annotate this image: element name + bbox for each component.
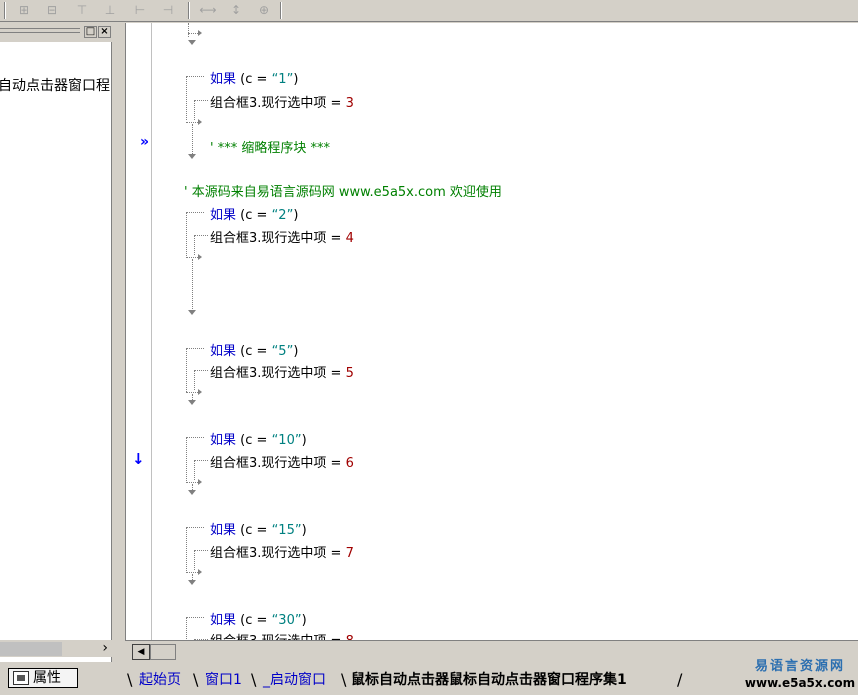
properties-tab-label: 属性 [33, 670, 61, 686]
collapsed-block[interactable]: ' *** 缩略程序块 *** [210, 137, 330, 156]
same-height-icon[interactable]: ↕ [226, 1, 246, 20]
comment-line[interactable]: ' 本源码来自易语言源码网 www.e5a5x.com 欢迎使用 [184, 181, 502, 200]
tab-start-page[interactable]: 起始页 [139, 669, 181, 691]
assign-statement[interactable]: 组合框3.现行选中项 = 5 [210, 362, 354, 381]
assign-statement[interactable]: 组合框3.现行选中项 = 7 [210, 542, 354, 561]
if-statement[interactable]: 如果 (c = “10”) [210, 429, 307, 448]
left-panel: □ × 自动点击器窗口程 › 属性 [0, 23, 118, 695]
code-editor[interactable]: 如果 (c = “1”) 组合框3.现行选中项 = 3 ' *** 缩略程序块 … [152, 23, 858, 640]
close-icon[interactable]: × [98, 26, 111, 38]
toolbar: ⊞ ⊟ ⊤ ⊥ ⊢ ⊣ ⟷ ↕ ⊕ [0, 0, 858, 22]
if-statement[interactable]: 如果 (c = “15”) [210, 519, 307, 538]
scroll-track[interactable] [0, 642, 62, 656]
collapsed-block-icon[interactable]: » [140, 134, 149, 150]
watermark-url: www.e5a5x.com [744, 676, 856, 690]
align-left-icon[interactable]: ⊞ [14, 1, 34, 20]
scroll-thumb[interactable] [150, 644, 176, 660]
tab-program-set[interactable]: 鼠标自动点击器鼠标自动点击器窗口程序集1 [351, 669, 627, 691]
toolbar-separator [188, 2, 190, 19]
assign-statement[interactable]: 组合框3.现行选中项 = 3 [210, 92, 354, 111]
watermark-logo: 易语言资源网 www.e5a5x.com [742, 658, 858, 695]
if-statement[interactable]: 如果 (c = “30”) [210, 609, 307, 628]
watermark-title: 易语言资源网 [754, 659, 845, 674]
same-width-icon[interactable]: ⟷ [198, 1, 218, 20]
toolbar-separator [280, 2, 282, 19]
assign-statement[interactable]: 组合框3.现行选中项 = 4 [210, 227, 354, 246]
tab-window1[interactable]: 窗口1 [205, 669, 242, 691]
assign-statement[interactable]: 组合框3.现行选中项 = 8 [210, 630, 354, 640]
cursor-line-arrow-icon: ↓ [132, 450, 145, 468]
editor-gutter[interactable]: » ↓ + [125, 23, 166, 640]
same-size-icon[interactable]: ⊕ [254, 1, 274, 20]
toolbar-separator [4, 2, 6, 19]
distribute-v-icon[interactable]: ⊣ [158, 1, 178, 20]
align-top-icon[interactable]: ⊤ [72, 1, 92, 20]
panel-grip[interactable] [0, 28, 80, 33]
editor-horizontal-scrollbar[interactable]: ◀ [125, 640, 858, 660]
tab-startup-window[interactable]: _启动窗口 [263, 669, 326, 691]
program-tree[interactable]: 自动点击器窗口程 [0, 42, 112, 662]
properties-icon [13, 671, 29, 685]
tree-item[interactable]: 自动点击器窗口程 [0, 75, 110, 95]
align-middle-icon[interactable]: ⊥ [100, 1, 120, 20]
scroll-right-icon[interactable]: › [102, 640, 108, 656]
if-statement[interactable]: 如果 (c = “5”) [210, 340, 298, 359]
scroll-left-icon[interactable]: ◀ [132, 644, 150, 660]
assign-statement-current[interactable]: 组合框3.现行选中项 = 6 [210, 452, 354, 471]
align-center-icon[interactable]: ⊟ [42, 1, 62, 20]
if-statement[interactable]: 如果 (c = “2”) [210, 204, 298, 223]
properties-tab[interactable]: 属性 [8, 668, 78, 688]
distribute-h-icon[interactable]: ⊢ [130, 1, 150, 20]
left-horizontal-scrollbar[interactable]: › [0, 640, 112, 657]
if-statement[interactable]: 如果 (c = “1”) [210, 68, 298, 87]
maximize-icon[interactable]: □ [84, 26, 97, 38]
